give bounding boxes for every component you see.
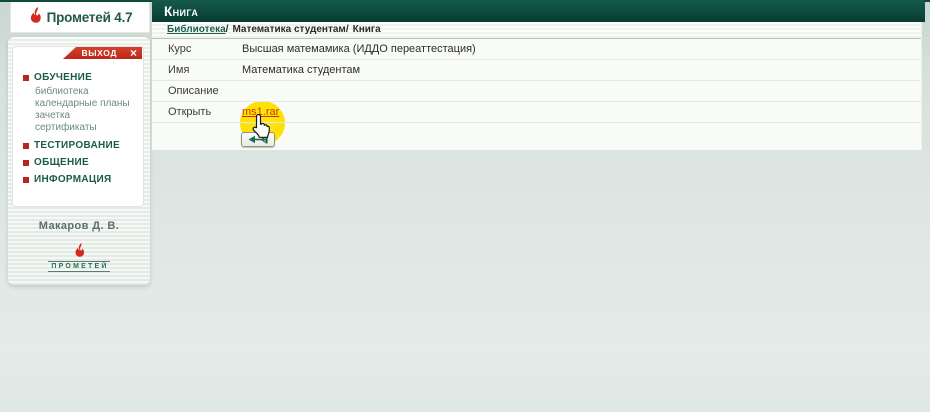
menu-header-label: ТЕСТИРОВАНИЕ	[34, 140, 120, 151]
menu-header-label: ИНФОРМАЦИЯ	[34, 174, 112, 185]
exit-label: ВЫХОД	[81, 48, 117, 58]
field-row-course: Курс Высшая матемамика (ИДДО переаттеста…	[152, 39, 921, 60]
sidebar-item-kalendarnye-plany[interactable]: календарные планы	[35, 98, 137, 110]
sidebar-item-informaciya[interactable]: ИНФОРМАЦИЯ	[23, 173, 137, 186]
prometey-footer-logo: ПРОМЕТЕЙ	[8, 242, 150, 272]
sidebar-item-zachetka[interactable]: зачетка	[35, 110, 137, 122]
app-logo-text: Прометей 4.7	[46, 9, 133, 25]
sidebar-item-testirovanie[interactable]: ТЕСТИРОВАНИЕ	[23, 139, 137, 152]
field-value: Математика студентам	[242, 64, 361, 76]
exit-button[interactable]: ВЫХОД ×	[63, 47, 142, 59]
field-label: Имя	[168, 64, 190, 76]
field-label: Курс	[168, 43, 192, 55]
page-title: Книга	[164, 3, 199, 19]
close-icon[interactable]: ×	[130, 47, 137, 59]
submenu-obuchenie: библиотека календарные планы зачетка сер…	[35, 86, 137, 134]
sidebar-menu-panel: ВЫХОД × ОБУЧЕНИЕ библиотека календарные …	[12, 46, 144, 207]
menu-header-label: ОБУЧЕНИЕ	[34, 72, 93, 83]
sidebar: ВЫХОД × ОБУЧЕНИЕ библиотека календарные …	[8, 37, 150, 285]
content-panel: Библиотека/Математика студентам/Книга Ку…	[152, 22, 922, 150]
sidebar-item-biblioteka[interactable]: библиотека	[35, 86, 137, 98]
user-name: Макаров Д. В.	[38, 220, 120, 232]
breadcrumb-item-book: Книга	[352, 24, 381, 35]
logo-panel: Прометей 4.7	[10, 2, 150, 33]
sidebar-item-sertifikaty[interactable]: сертификаты	[35, 122, 137, 134]
breadcrumb-item-course: Математика студентам	[232, 24, 346, 35]
field-value: Высшая матемамика (ИДДО переаттестация)	[242, 43, 476, 55]
field-row-name: Имя Математика студентам	[152, 60, 921, 81]
bullet-icon	[23, 159, 29, 166]
breadcrumb-separator: /	[225, 24, 229, 35]
footer-logo-text: ПРОМЕТЕЙ	[48, 261, 110, 272]
cursor-icon	[251, 113, 272, 145]
sidebar-item-obuchenie[interactable]: ОБУЧЕНИЕ	[23, 71, 137, 84]
bullet-icon	[23, 74, 29, 81]
page: Прометей 4.7 ВЫХОД × ОБУЧЕНИЕ библиотека…	[0, 0, 930, 412]
breadcrumb: Библиотека/Математика студентам/Книга	[152, 22, 921, 39]
menu-header-label: ОБЩЕНИЕ	[34, 157, 90, 168]
bullet-icon	[23, 176, 29, 183]
sidebar-menu: ОБУЧЕНИЕ библиотека календарные планы за…	[13, 47, 143, 186]
field-row-description: Описание	[152, 81, 921, 102]
flame-icon	[73, 242, 86, 263]
sidebar-item-obschenie[interactable]: ОБЩЕНИЕ	[23, 156, 137, 169]
field-label: Описание	[168, 85, 219, 97]
flame-icon	[28, 6, 43, 29]
breadcrumb-separator: /	[345, 24, 349, 35]
page-title-bar: Книга	[152, 0, 925, 22]
breadcrumb-link-library[interactable]: Библиотека	[167, 24, 226, 35]
bullet-icon	[23, 142, 29, 149]
field-label: Открыть	[168, 106, 212, 118]
